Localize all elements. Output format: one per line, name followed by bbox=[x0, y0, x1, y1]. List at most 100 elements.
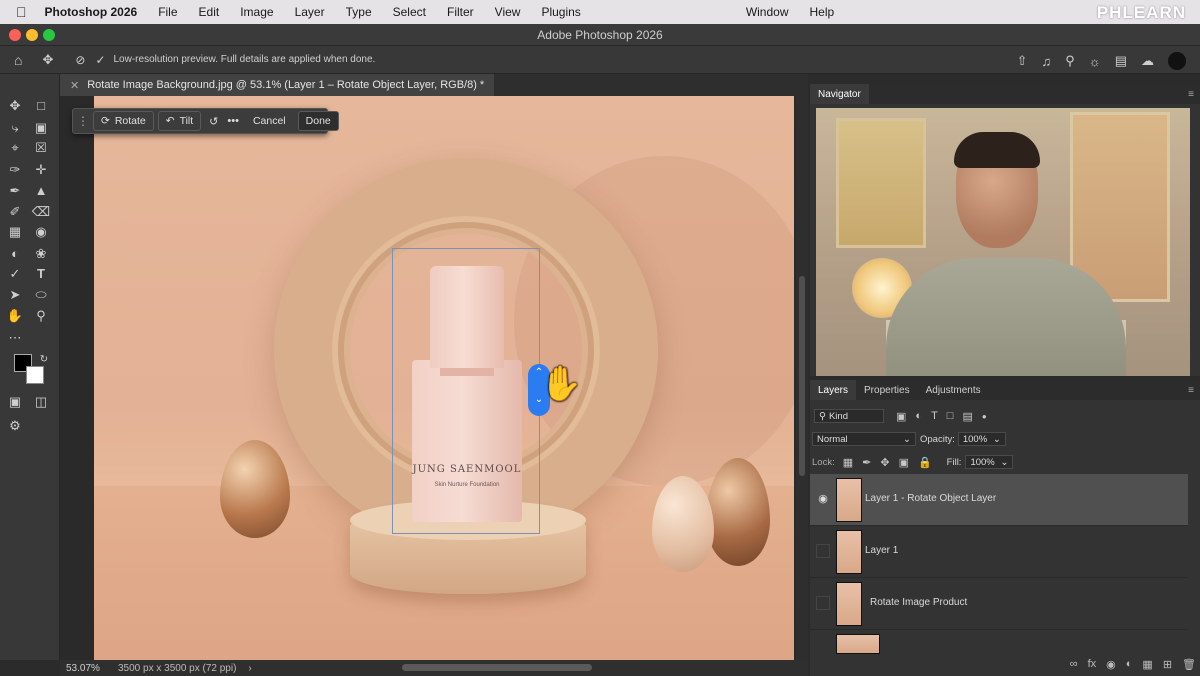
lock-all-icon[interactable]: 🔒 bbox=[918, 456, 932, 469]
pixel-filter-icon[interactable]: ▣ bbox=[896, 410, 906, 423]
new-layer-icon[interactable]: ⊞ bbox=[1163, 658, 1172, 671]
search-icon[interactable]: ⚲ bbox=[1065, 53, 1075, 69]
layer-name[interactable]: Layer 1 - Rotate Object Layer bbox=[865, 493, 996, 504]
shape-filter-icon[interactable]: □ bbox=[947, 410, 954, 422]
checkmark-icon[interactable]: ✓ bbox=[95, 53, 105, 67]
vertical-scroll-thumb[interactable] bbox=[799, 276, 805, 476]
menu-edit[interactable]: Edit bbox=[199, 5, 220, 19]
type-tool-icon[interactable]: T bbox=[30, 264, 52, 284]
close-tab-icon[interactable]: ✕ bbox=[70, 79, 79, 92]
object-select-icon[interactable]: ▣ bbox=[30, 118, 52, 138]
gradient-tool-icon[interactable]: ▦ bbox=[4, 222, 26, 242]
canvas-vertical-scrollbar[interactable] bbox=[796, 96, 808, 660]
healing-brush-icon[interactable]: ✛ bbox=[30, 160, 52, 180]
menu-file[interactable]: File bbox=[158, 5, 177, 19]
hand-tool-icon[interactable]: ✋ bbox=[4, 306, 26, 326]
dodge-tool-icon[interactable]: ◐ bbox=[4, 244, 26, 264]
add-mask-icon[interactable]: ◉ bbox=[1106, 658, 1116, 671]
lock-artboard-icon[interactable]: ▣ bbox=[899, 456, 909, 469]
history-brush-icon[interactable]: ✐ bbox=[4, 202, 26, 222]
rotate-button[interactable]: ⟳ Rotate bbox=[93, 111, 154, 131]
cloud-icon[interactable]: ☁ bbox=[1141, 53, 1154, 69]
visibility-toggle[interactable] bbox=[816, 544, 830, 558]
status-arrow-icon[interactable]: › bbox=[248, 663, 251, 674]
edit-toolbar-icon[interactable]: ⚙ bbox=[4, 416, 26, 436]
new-group-icon[interactable]: ▦ bbox=[1142, 658, 1152, 671]
trash-icon[interactable]: 🗑 bbox=[1182, 658, 1196, 671]
tab-navigator[interactable]: Navigator bbox=[810, 84, 869, 104]
layer-row-layer-1[interactable]: Layer 1 bbox=[810, 526, 1188, 578]
tilt-button[interactable]: ↶ Tilt bbox=[157, 111, 202, 131]
share-icon[interactable]: ⇧ bbox=[1017, 53, 1028, 69]
link-layers-icon[interactable]: ∞ bbox=[1070, 658, 1078, 670]
selection-bounding-box[interactable] bbox=[392, 248, 540, 534]
document-info[interactable]: 3500 px x 3500 px (72 ppi) bbox=[118, 663, 236, 674]
home-icon[interactable]: ⌂ bbox=[14, 52, 22, 68]
smart-object-filter-icon[interactable]: ▤ bbox=[962, 410, 972, 423]
drag-handle-icon[interactable]: ⋮ bbox=[77, 114, 89, 128]
filter-toggle-icon[interactable]: ● bbox=[982, 412, 987, 421]
menu-select[interactable]: Select bbox=[393, 5, 426, 19]
lightbulb-icon[interactable]: ☼ bbox=[1089, 54, 1101, 69]
menu-app-name[interactable]: Photoshop 2026 bbox=[45, 5, 138, 19]
swap-colors-icon[interactable]: ↻ bbox=[33, 350, 55, 370]
layer-row-rotate-object[interactable]: ◉ Layer 1 - Rotate Object Layer bbox=[810, 474, 1188, 526]
fill-field[interactable]: 100% ⌄ bbox=[965, 455, 1014, 469]
path-select-icon[interactable]: ➤ bbox=[4, 285, 26, 305]
more-tools-icon[interactable]: ⋯ bbox=[4, 328, 26, 348]
sponge-icon[interactable]: ❀ bbox=[30, 244, 52, 264]
marquee-tool-icon[interactable]: □ bbox=[30, 96, 52, 116]
workspace-icon[interactable]: ▤ bbox=[1115, 53, 1127, 69]
done-button[interactable]: Done bbox=[297, 111, 339, 131]
horizontal-scroll-thumb[interactable] bbox=[402, 664, 592, 671]
fx-icon[interactable]: fx bbox=[1088, 658, 1097, 670]
eraser-icon[interactable]: ⌫ bbox=[30, 202, 52, 222]
layer-name[interactable]: Rotate Image Product bbox=[870, 597, 967, 608]
eye-icon[interactable]: ◉ bbox=[816, 492, 830, 506]
reset-icon[interactable]: ↺ bbox=[209, 115, 218, 128]
lasso-tool-icon[interactable]: ⤷ bbox=[4, 118, 26, 138]
tab-adjustments[interactable]: Adjustments bbox=[918, 380, 989, 400]
bell-icon[interactable]: ♫ bbox=[1042, 54, 1052, 69]
crop-tool-icon[interactable]: ⌖ bbox=[4, 138, 26, 158]
move-tool-icon[interactable]: ✥ bbox=[42, 52, 53, 68]
apple-icon[interactable]:  bbox=[16, 4, 27, 20]
stamp-tool-icon[interactable]: ▲ bbox=[30, 181, 52, 201]
menu-plugins[interactable]: Plugins bbox=[541, 5, 580, 19]
canvas-area[interactable]: JUNG SAENMOOL Skin Nurture Foundation ⌃ … bbox=[60, 96, 808, 660]
document-tab[interactable]: ✕ Rotate Image Background.jpg @ 53.1% (L… bbox=[60, 74, 495, 96]
panel-menu-icon[interactable]: ≡ bbox=[1188, 89, 1194, 100]
layers-menu-icon[interactable]: ≡ bbox=[1188, 385, 1194, 396]
menu-type[interactable]: Type bbox=[346, 5, 372, 19]
brush-tool-icon[interactable]: ✒ bbox=[4, 181, 26, 201]
adjustment-filter-icon[interactable]: ◐ bbox=[915, 410, 922, 422]
blend-mode-dropdown[interactable]: Normal ⌄ bbox=[812, 432, 916, 446]
blur-tool-icon[interactable]: ◉ bbox=[30, 222, 52, 242]
avatar[interactable] bbox=[1168, 52, 1186, 70]
menu-filter[interactable]: Filter bbox=[447, 5, 474, 19]
visibility-toggle[interactable] bbox=[816, 596, 830, 610]
frame-tool-icon[interactable]: ☒ bbox=[30, 138, 52, 158]
menu-layer[interactable]: Layer bbox=[295, 5, 325, 19]
opacity-field[interactable]: 100% ⌄ bbox=[957, 432, 1006, 446]
pen-tool-icon[interactable]: ✓ bbox=[4, 264, 26, 284]
zoom-level[interactable]: 53.07% bbox=[66, 663, 118, 674]
layer-row-background[interactable] bbox=[810, 630, 1188, 654]
tab-layers[interactable]: Layers bbox=[810, 380, 857, 400]
zoom-tool-icon[interactable]: ⚲ bbox=[30, 306, 52, 326]
cancel-button[interactable]: Cancel bbox=[245, 111, 294, 131]
quick-mask-icon[interactable]: ▣ bbox=[4, 392, 26, 412]
layer-row-rotate-image-product[interactable]: Rotate Image Product bbox=[810, 578, 1188, 630]
type-filter-icon[interactable]: T bbox=[931, 410, 938, 422]
screen-mode-icon[interactable]: ◫ bbox=[30, 392, 52, 412]
adjustment-layer-icon[interactable]: ◐ bbox=[1126, 658, 1133, 670]
menu-window[interactable]: Window bbox=[746, 5, 789, 19]
lock-position-icon[interactable]: ✥ bbox=[880, 456, 889, 469]
document-canvas[interactable]: JUNG SAENMOOL Skin Nurture Foundation ⌃ … bbox=[94, 96, 794, 660]
move-tool-icon[interactable]: ✥ bbox=[4, 96, 26, 116]
lock-transparent-icon[interactable]: ▦ bbox=[843, 456, 853, 469]
lock-image-icon[interactable]: ✒ bbox=[862, 456, 871, 469]
more-options-button[interactable]: ••• bbox=[227, 115, 239, 127]
tab-properties[interactable]: Properties bbox=[856, 380, 918, 400]
kind-filter-dropdown[interactable]: ⚲ Kind bbox=[814, 409, 884, 423]
